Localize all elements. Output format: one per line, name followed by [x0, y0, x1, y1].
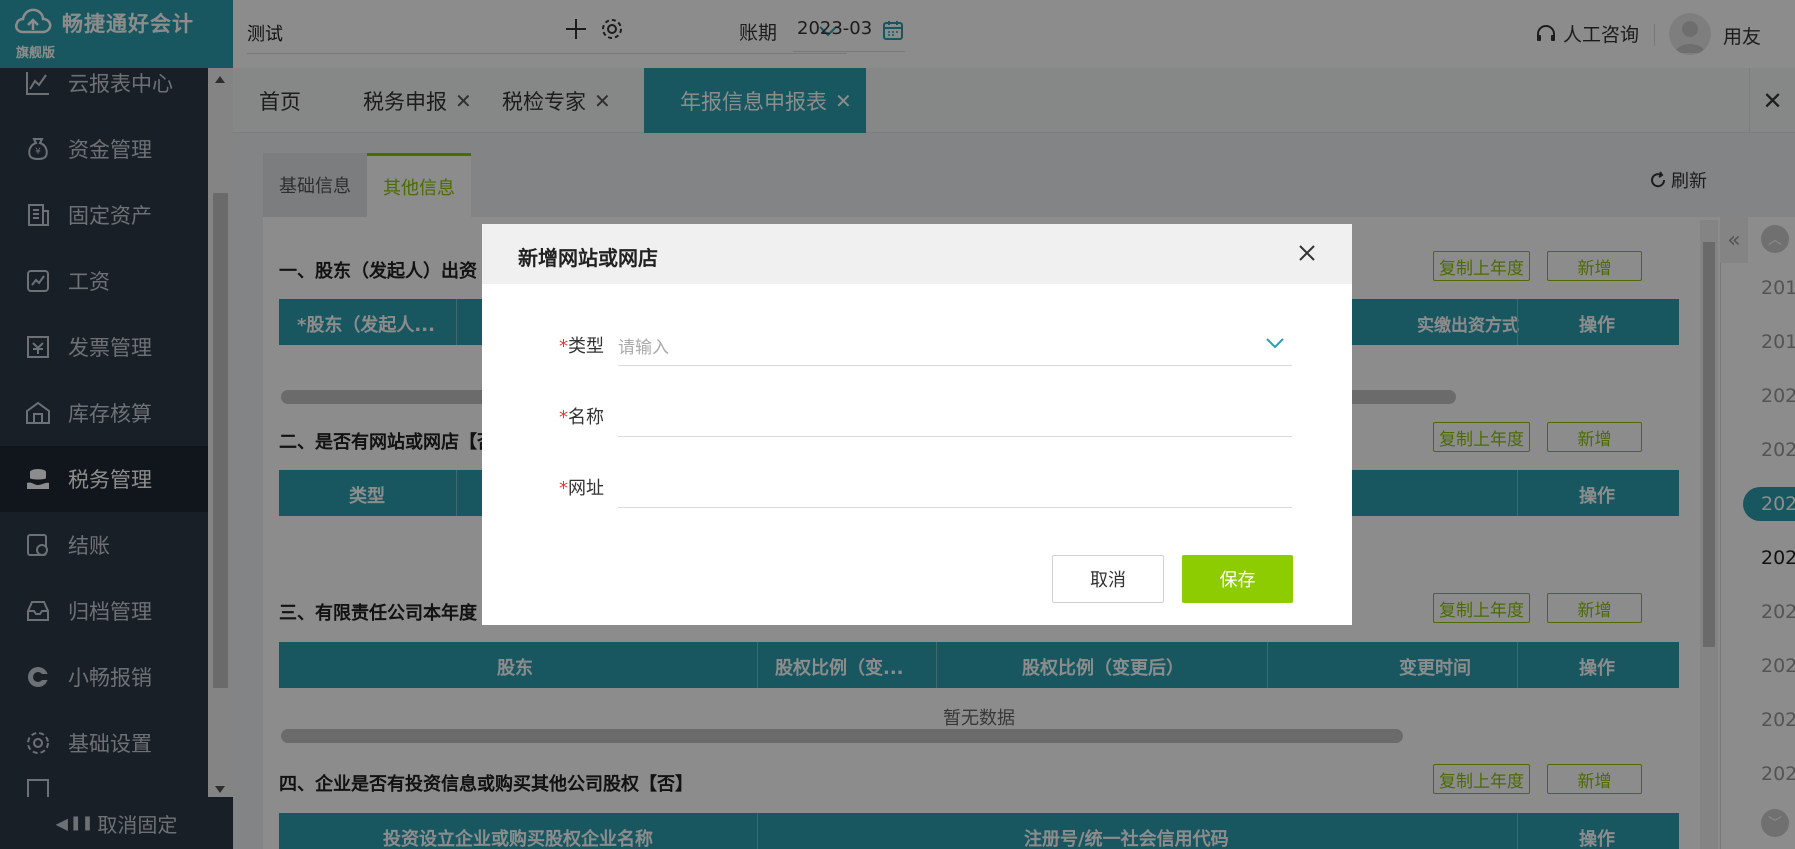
field-label: *类型: [559, 332, 604, 358]
field-label-text: 名称: [568, 407, 604, 428]
dialog-title: 新增网站或网店: [518, 246, 658, 270]
type-field: *类型 请输入: [482, 322, 1352, 366]
field-label: *名称: [559, 403, 604, 429]
required-mark: *: [559, 336, 568, 357]
required-mark: *: [559, 478, 568, 499]
button-label: 取消: [1090, 570, 1126, 591]
add-website-dialog: 新增网站或网店 *类型 请输入 *名称 *网址 取消 保存: [482, 224, 1352, 625]
required-mark: *: [559, 407, 568, 428]
close-icon[interactable]: [1294, 240, 1320, 266]
type-select[interactable]: 请输入: [618, 322, 1292, 366]
cancel-button[interactable]: 取消: [1052, 555, 1164, 603]
field-label: *网址: [559, 474, 604, 500]
field-label-text: 类型: [568, 336, 604, 357]
url-input[interactable]: [618, 464, 1292, 508]
field-label-text: 网址: [568, 478, 604, 499]
chevron-down-icon: [1266, 338, 1284, 349]
name-input[interactable]: [618, 393, 1292, 437]
dialog-header: 新增网站或网店: [482, 224, 1352, 284]
name-field: *名称: [482, 393, 1352, 437]
type-placeholder: 请输入: [618, 338, 669, 358]
save-button[interactable]: 保存: [1182, 555, 1293, 603]
button-label: 保存: [1219, 570, 1256, 591]
url-field: *网址: [482, 464, 1352, 508]
